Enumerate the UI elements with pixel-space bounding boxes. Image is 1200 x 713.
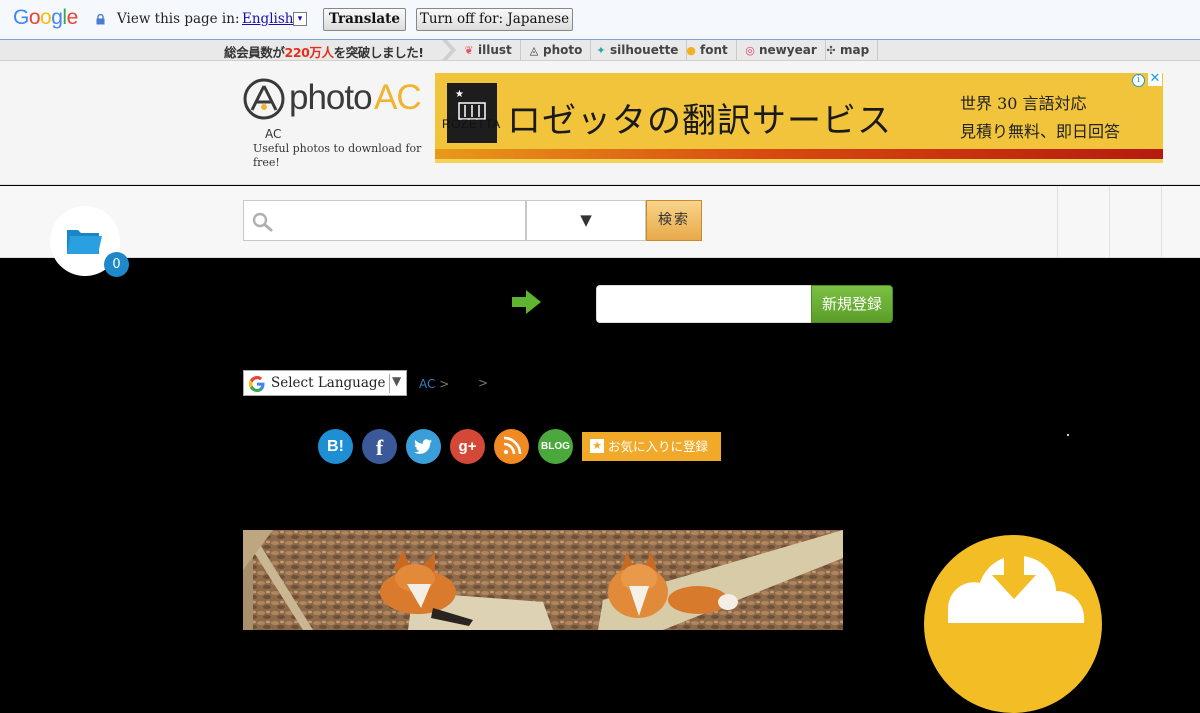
header-divider [1057,186,1058,257]
hatena-button[interactable]: B! [318,429,353,464]
star-icon: ★ [590,439,604,453]
folder-icon [67,230,102,254]
favorites-count-badge: 0 [104,252,129,277]
translate-prompt: View this page in: [117,11,240,27]
silhouette-icon: ✦ [596,44,606,57]
facebook-button[interactable]: f [362,429,397,464]
rozetta-logo-icon: ★ [447,83,497,143]
blog-button[interactable]: BLOG [538,429,573,464]
twitter-icon [414,439,432,454]
google-g-icon [249,376,265,392]
register-email-input[interactable] [596,285,812,323]
chevron-down-icon: ▼ [392,374,402,388]
map-icon: ✣ [826,44,836,57]
svg-text:★: ★ [455,89,464,100]
googleplus-icon: g+ [458,438,477,455]
googleplus-button[interactable]: g+ [450,429,485,464]
search-bar-row: ▼ 検索 [0,186,1200,258]
blog-icon: BLOG [541,441,570,452]
photoac-logo-icon[interactable] [243,78,285,120]
download-button[interactable] [924,535,1102,713]
logo-subtitle: AC [265,127,282,141]
breadcrumb-separator: > [478,376,489,390]
tagline: Useful photos to download for free! [253,142,422,169]
language-dropdown-icon[interactable]: ▾ [293,12,307,26]
ad-side-line-1: 世界 30 言語対応 [960,94,1087,113]
hatena-icon: B! [327,438,344,455]
logo-ac-text[interactable]: AC [374,78,422,118]
language-select[interactable]: Select Language ▼ [243,370,407,396]
cloud-download-icon [948,545,1085,623]
nav-item-newyear[interactable]: ◎ newyear [744,40,826,61]
nav-item-map[interactable]: ✣ map [825,40,879,61]
twitter-button[interactable] [406,429,441,464]
register-button[interactable]: 新規登録 [811,285,893,323]
chevron-down-icon: ▼ [580,211,592,229]
ad-stripe-bottom [435,159,1163,163]
ad-headline: ロゼッタの翻訳サービス [507,101,892,141]
language-link[interactable]: English [242,11,293,27]
ad-info-icon[interactable]: i [1132,74,1145,87]
font-icon: ● [686,44,696,57]
site-header: photo AC AC Useful photos to download fo… [0,61,1200,185]
header-divider [1161,186,1162,257]
chevron-right-icon [442,40,456,60]
logo-photo-text[interactable]: photo [289,78,373,118]
ad-side-line-2: 見積り無料、即日回答 [960,122,1121,141]
decorative-dot [1067,434,1069,436]
nav-item-photo[interactable]: ◬ photo [528,40,592,61]
header-divider [1109,186,1110,257]
language-select-label: Select Language [271,375,386,391]
google-logo: Google [13,6,78,29]
rss-icon [503,436,522,455]
add-favorite-button[interactable]: ★ お気に入りに登録 [582,432,721,461]
member-count-banner: 総会員数が220万人を突破しました! [224,45,424,60]
ad-brand: ROZETTA [442,117,501,131]
facebook-icon: f [375,435,384,460]
lock-icon [96,14,105,25]
ad-close-icon[interactable]: ✕ [1148,73,1162,86]
main-photo[interactable] [243,530,843,630]
nav-item-silhouette[interactable]: ✦ silhouette [595,40,688,61]
search-category-select[interactable]: ▼ [526,200,646,241]
rss-button[interactable] [494,429,529,464]
search-button[interactable]: 検索 [646,200,702,241]
ad-banner[interactable]: ★ ROZETTA ロゼッタの翻訳サービス 世界 30 言語対応 見積り無料、即… [435,73,1163,163]
nav-item-font[interactable]: ● font [685,40,737,61]
illust-icon: ❦ [464,44,474,57]
search-input[interactable] [243,200,526,241]
translate-button[interactable]: Translate [323,8,406,31]
arrow-right-icon [512,290,541,314]
turn-off-button[interactable]: Turn off for: Japanese [416,8,573,31]
nav-item-illust[interactable]: ❦ illust [463,40,521,61]
site-nav-strip: 総会員数が220万人を突破しました! ❦ illust ◬ photo ✦ silho… [0,40,1200,61]
breadcrumb[interactable]: AC > [419,377,449,391]
select-divider [389,374,390,393]
photo-icon: ◬ [529,44,539,57]
fox-photo-image [243,530,843,630]
newyear-icon: ◎ [745,44,755,57]
search-icon [252,212,273,232]
translate-bar: Google View this page in: English ▾ Tran… [0,0,1200,40]
